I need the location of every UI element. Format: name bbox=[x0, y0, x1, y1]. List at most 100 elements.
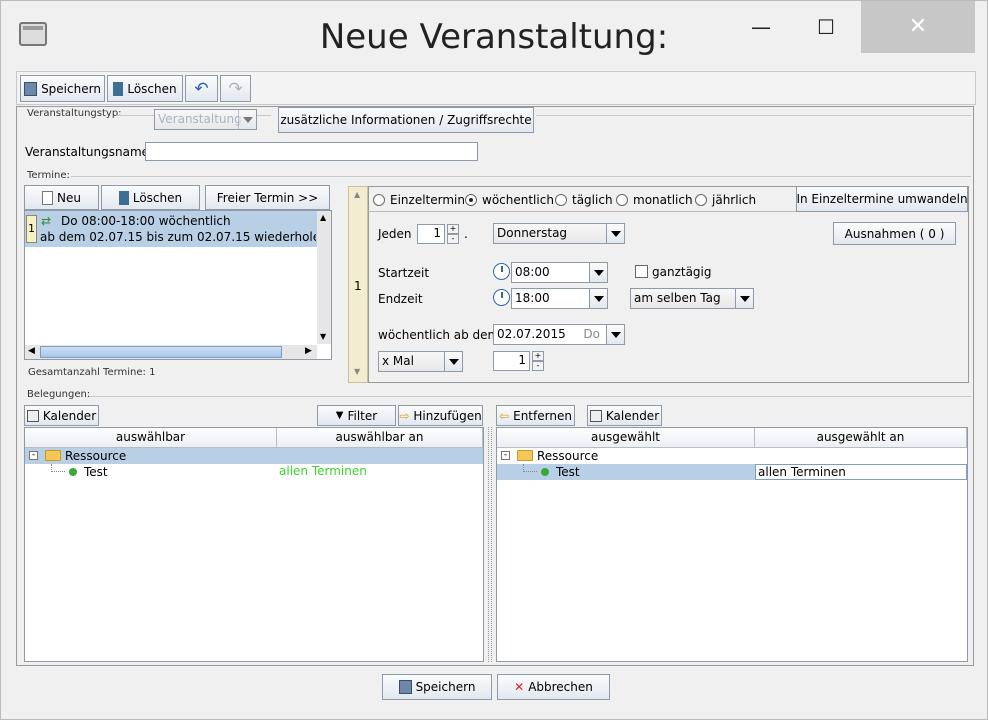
table-row[interactable]: Test bbox=[497, 464, 755, 480]
allday-label: ganztägig bbox=[652, 265, 712, 279]
repeat-count-input[interactable]: 1 bbox=[493, 351, 530, 371]
repeat-count-increment[interactable]: + bbox=[532, 351, 544, 361]
separator bbox=[368, 211, 797, 212]
scroll-left-icon[interactable]: ◀ bbox=[28, 346, 35, 356]
radio-woechentlich[interactable]: wöchentlich bbox=[465, 192, 554, 208]
event-type-select[interactable]: Veranstaltung bbox=[154, 109, 257, 130]
radio-jaehrlich[interactable]: jährlich bbox=[695, 192, 756, 208]
arrow-right-icon: ⇨ bbox=[399, 408, 410, 423]
weekly-from-label: wöchentlich ab dem bbox=[378, 328, 500, 342]
remove-button[interactable]: ⇦ Entfernen bbox=[496, 405, 575, 426]
scroll-up-icon[interactable]: ▲ bbox=[320, 213, 326, 222]
redo-button[interactable]: ↷ bbox=[220, 75, 251, 102]
date-summary: Do 08:00-18:00 wöchentlich bbox=[61, 214, 231, 228]
undo-icon: ↶ bbox=[194, 78, 209, 99]
available-resources-table: auswählbar auswählbar an - Ressource Tes… bbox=[24, 427, 484, 662]
folder-icon bbox=[517, 450, 533, 461]
repeat-mode-select[interactable]: x Mal bbox=[378, 351, 463, 372]
free-date-button[interactable]: Freier Termin >> bbox=[205, 185, 330, 210]
clock-icon bbox=[493, 289, 510, 306]
filter-button[interactable]: ▼ Filter bbox=[317, 405, 396, 426]
delete-date-button[interactable]: Löschen bbox=[101, 185, 200, 210]
start-date-select[interactable]: 02.07.2015 Do bbox=[493, 324, 625, 345]
assignments-label: Belegungen: bbox=[27, 389, 91, 400]
split-divider[interactable] bbox=[488, 427, 492, 662]
folder-icon bbox=[45, 450, 61, 461]
every-increment[interactable]: + bbox=[447, 224, 459, 234]
dates-list: 1 ⇄ Do 08:00-18:00 wöchentlich ab dem 02… bbox=[24, 210, 332, 360]
nav-down-icon[interactable]: ▼ bbox=[354, 367, 360, 376]
collapse-icon[interactable]: - bbox=[501, 451, 510, 460]
status-dot-icon bbox=[69, 468, 77, 476]
radio-einzeltermin[interactable]: Einzeltermin bbox=[373, 192, 465, 208]
every-label: Jeden bbox=[378, 227, 412, 241]
separator bbox=[536, 115, 971, 116]
exceptions-button[interactable]: Ausnahmen ( 0 ) bbox=[833, 222, 956, 245]
collapse-icon[interactable]: - bbox=[29, 451, 38, 460]
add-button[interactable]: ⇨ Hinzufügen bbox=[398, 405, 483, 426]
column-header-selected[interactable]: ausgewählt bbox=[497, 428, 755, 448]
table-row[interactable]: Test allen Terminen bbox=[25, 464, 483, 480]
close-button[interactable]: ✕ bbox=[861, 1, 975, 53]
floppy-icon bbox=[24, 81, 38, 96]
nav-number: 1 bbox=[354, 279, 362, 293]
toolbar-delete-button[interactable]: Löschen bbox=[107, 75, 183, 102]
redo-icon: ↷ bbox=[228, 78, 243, 99]
end-time-label: Endzeit bbox=[378, 292, 423, 306]
vertical-scrollbar[interactable]: ▲ ▼ bbox=[317, 211, 331, 344]
start-time-select[interactable]: 08:00 bbox=[511, 262, 608, 283]
new-document-icon bbox=[42, 190, 54, 205]
column-header-available[interactable]: auswählbar bbox=[25, 428, 277, 448]
date-count: Gesamtanzahl Termine: 1 bbox=[28, 367, 156, 378]
new-date-button[interactable]: Neu bbox=[24, 185, 99, 210]
radio-monatlich[interactable]: monatlich bbox=[616, 192, 693, 208]
scroll-right-icon[interactable]: ▶ bbox=[305, 346, 312, 356]
every-decrement[interactable]: - bbox=[447, 234, 459, 244]
calendar-button-right[interactable]: Kalender bbox=[587, 405, 662, 426]
calendar-icon bbox=[589, 409, 602, 422]
additional-info-button[interactable]: zusätzliche Informationen / Zugriffsrech… bbox=[278, 107, 534, 133]
event-type-label: Veranstaltungstyp: bbox=[27, 108, 122, 119]
list-item[interactable]: 1 ⇄ Do 08:00-18:00 wöchentlich ab dem 02… bbox=[25, 211, 317, 247]
date-navigator: ▲ 1 ▼ bbox=[348, 186, 368, 383]
column-header-selected-at[interactable]: ausgewählt an bbox=[755, 428, 967, 448]
toolbar-save-button[interactable]: Speichern bbox=[20, 75, 105, 102]
convert-to-single-button[interactable]: In Einzeltermine umwandeln bbox=[796, 186, 968, 212]
radio-taeglich[interactable]: täglich bbox=[555, 192, 613, 208]
assignment-value-cell[interactable]: allen Terminen bbox=[755, 464, 967, 480]
allday-checkbox[interactable] bbox=[635, 265, 648, 278]
repeat-count-decrement[interactable]: - bbox=[532, 361, 544, 371]
column-header-available-at[interactable]: auswählbar an bbox=[277, 428, 483, 448]
undo-button[interactable]: ↶ bbox=[185, 75, 218, 102]
cancel-x-icon: ✕ bbox=[514, 680, 525, 694]
nav-up-icon[interactable]: ▲ bbox=[354, 190, 360, 199]
separator bbox=[71, 176, 971, 177]
table-row[interactable]: - Ressource bbox=[497, 448, 967, 464]
event-name-input[interactable] bbox=[145, 142, 478, 161]
calendar-button-left[interactable]: Kalender bbox=[24, 405, 99, 426]
footer-save-button[interactable]: Speichern bbox=[382, 674, 492, 700]
horizontal-scrollbar[interactable]: ◀ ▶ bbox=[25, 345, 317, 359]
selected-resources-table: ausgewählt ausgewählt an - Ressource Tes… bbox=[496, 427, 968, 662]
scroll-down-icon[interactable]: ▼ bbox=[320, 332, 326, 341]
floppy-icon bbox=[398, 680, 412, 694]
dates-label: Termine: bbox=[27, 170, 70, 181]
minimize-button[interactable]: — bbox=[736, 1, 786, 53]
footer-cancel-button[interactable]: ✕ Abbrechen bbox=[497, 674, 610, 700]
status-dot-icon bbox=[541, 468, 549, 476]
end-time-select[interactable]: 18:00 bbox=[511, 288, 608, 309]
start-time-label: Startzeit bbox=[378, 266, 430, 280]
weekday-select[interactable]: Donnerstag bbox=[493, 223, 625, 244]
filter-icon: ▼ bbox=[335, 410, 344, 421]
date-detail: ab dem 02.07.15 bis zum 02.07.15 wiederh… bbox=[40, 230, 316, 244]
table-row[interactable]: - Ressource bbox=[25, 448, 483, 464]
scroll-thumb[interactable] bbox=[40, 346, 282, 358]
end-day-select[interactable]: am selben Tag bbox=[630, 288, 754, 309]
date-number-badge: 1 bbox=[26, 215, 37, 243]
event-dialog: Neue Veranstaltung: — ☐ ✕ Speichern Lösc… bbox=[0, 0, 988, 720]
title-bar: Neue Veranstaltung: — ☐ ✕ bbox=[1, 1, 987, 69]
separator bbox=[89, 396, 971, 397]
maximize-button[interactable]: ☐ bbox=[801, 1, 851, 53]
trash-icon bbox=[113, 81, 124, 96]
every-input[interactable]: 1 bbox=[417, 224, 445, 244]
